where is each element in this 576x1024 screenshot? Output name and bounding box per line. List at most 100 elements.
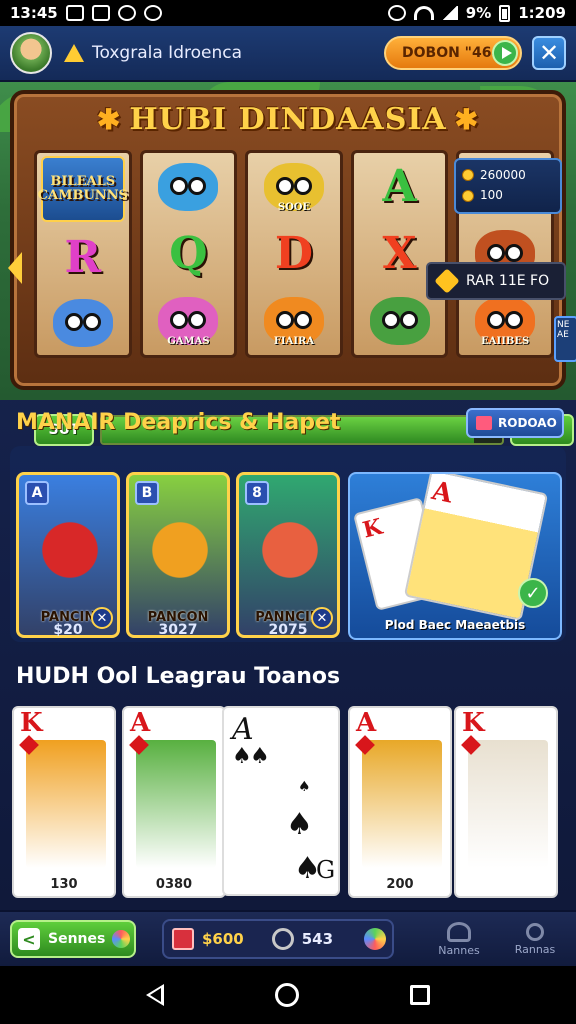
signal-icon xyxy=(441,6,458,20)
promo-card[interactable]: 8 PANNCIN ✕ xyxy=(236,472,340,638)
spade-icon: ♠ xyxy=(286,807,313,842)
tournament-card[interactable]: K 130 xyxy=(12,706,116,898)
reel-symbol-creature xyxy=(152,158,224,216)
creature-label: GAMAS xyxy=(167,336,210,348)
reward-tooltip[interactable]: RAR 11E FO xyxy=(426,262,566,300)
card-art xyxy=(362,740,442,868)
person-icon xyxy=(526,922,544,941)
machine-title-text: HUBI DINDAASIA xyxy=(129,102,447,137)
promo-art xyxy=(35,515,105,585)
back-arrow-icon: < xyxy=(18,928,40,950)
reel-symbol-creature: FIAIRA xyxy=(258,292,330,350)
promo-badge: A xyxy=(25,481,49,505)
creature-label: EAIIBES xyxy=(481,336,530,348)
card-rank: K xyxy=(20,708,43,738)
creature-icon xyxy=(52,298,113,347)
tournament-card[interactable]: K xyxy=(454,706,558,898)
spade-icon: ♠ xyxy=(232,744,252,769)
wifi-icon xyxy=(413,6,434,20)
coin-shop-button[interactable]: DOBON "464" xyxy=(384,36,522,70)
reel-symbol-creature: GAMAS xyxy=(152,292,224,350)
back-icon[interactable] xyxy=(145,984,164,1006)
check-icon[interactable]: ✓ xyxy=(518,578,548,608)
creature-icon xyxy=(369,297,430,346)
card-art xyxy=(136,740,216,868)
card-rank: A xyxy=(356,708,377,738)
promo-value: 2075 xyxy=(268,622,308,638)
promo-value: 3027 xyxy=(158,622,198,638)
promo-badge: 8 xyxy=(245,481,269,505)
creature-icon: GAMAS xyxy=(158,297,219,348)
reel-symbol-letter: R xyxy=(64,232,102,284)
reel-symbol-logo: BILEALS CAMBUNNS xyxy=(38,156,128,223)
orb-icon xyxy=(112,930,130,948)
creature-icon: FIAIRA xyxy=(263,297,324,348)
ticket-icon xyxy=(172,928,194,950)
tag-button-label: RODOAO xyxy=(498,416,557,430)
section-title-deals: MANAIR Deaprics & Hapet xyxy=(16,410,341,435)
home-icon[interactable] xyxy=(274,983,299,1007)
alarm-icon xyxy=(387,5,406,21)
chip-icon xyxy=(271,928,294,950)
promo-card[interactable]: B PANCON xyxy=(126,472,230,638)
card-corner: G xyxy=(316,856,336,884)
status-bar: 13:45 9% 1:209 xyxy=(0,0,576,26)
machine-title: ✱ HUBI DINDAASIA ✱ xyxy=(14,102,562,137)
nav-item-rannas[interactable]: Rannas xyxy=(504,922,566,956)
shield-icon xyxy=(143,5,162,21)
promo-badge: B xyxy=(135,481,159,505)
avatar[interactable] xyxy=(10,32,52,74)
system-nav-bar xyxy=(0,966,576,1024)
card-value: 0380 xyxy=(155,877,193,892)
tournament-card[interactable]: A 0380 xyxy=(122,706,226,898)
status-clock: 1:209 xyxy=(518,4,566,22)
top-bar: Toxgrala Idroenca DOBON "464" ✕ xyxy=(0,26,576,82)
tooltip-text: RAR 11E FO xyxy=(466,273,550,289)
star-icon: ✱ xyxy=(96,103,122,136)
battery-icon xyxy=(499,4,511,22)
edge-badge[interactable]: NE AE xyxy=(554,316,576,362)
spade-card[interactable]: A ♠ ♠ ♠ ♠ ♠ G xyxy=(222,706,340,896)
player-name: Toxgrala Idroenca xyxy=(92,43,242,63)
mail-icon xyxy=(65,5,84,21)
jackpot-value: 260000 xyxy=(480,168,526,182)
back-button[interactable]: < Sennes xyxy=(10,920,136,958)
card-promo-caption: Plod Baec Maeaetbis xyxy=(384,618,526,632)
reel: BILEALS CAMBUNNS R xyxy=(34,150,132,358)
left-arrow-icon[interactable] xyxy=(8,252,22,284)
recents-icon[interactable] xyxy=(410,985,431,1005)
card-art xyxy=(26,740,106,868)
reel: AX xyxy=(350,150,449,358)
wallet-coins: $600 xyxy=(202,930,244,948)
reel: Q GAMAS xyxy=(139,150,238,358)
creature-icon xyxy=(158,162,219,211)
nav-label: Nannes xyxy=(438,943,480,957)
bottom-nav: < Sennes $600 543 Nannes Rannas xyxy=(0,910,576,966)
spade-icon: ♠ xyxy=(298,779,311,795)
play-icon xyxy=(492,40,518,66)
back-label: Sennes xyxy=(48,931,106,947)
promo-art xyxy=(255,515,325,585)
promo-card[interactable]: A PANCIN ✕ xyxy=(16,472,120,638)
nav-label: Rannas xyxy=(514,942,556,956)
creature-label: FIAIRA xyxy=(273,336,315,348)
app-icon xyxy=(117,5,136,21)
wallet-chips: 543 xyxy=(301,930,334,948)
reel: SOOE D FIAIRA xyxy=(245,150,343,358)
wallet[interactable]: $600 543 xyxy=(162,919,394,959)
star-icon: ✱ xyxy=(454,103,480,136)
notification-icon xyxy=(91,5,110,21)
gem-icon xyxy=(434,268,460,294)
section-tag-button[interactable]: RODOAO xyxy=(466,408,564,438)
close-button[interactable]: ✕ xyxy=(532,36,566,70)
reel-symbol-letter: D xyxy=(274,228,314,280)
reel-symbol-creature xyxy=(47,294,119,352)
slot-machine: ✱ HUBI DINDAASIA ✱ BILEALS CAMBUNNS R Q GAMAS… xyxy=(10,90,574,446)
game-screen: Toxgrala Idroenca DOBON "464" ✕ ✱ HUBI DI… xyxy=(0,26,576,966)
tournament-card[interactable]: A 200 xyxy=(348,706,452,898)
reel-symbol-letter: A xyxy=(382,161,417,213)
coin-icon xyxy=(462,169,474,182)
nav-item-nannes[interactable]: Nannes xyxy=(428,921,490,957)
jackpot-panel[interactable]: 260000 100 xyxy=(454,158,562,214)
card-promo[interactable]: K A ✓ Plod Baec Maeaetbis xyxy=(348,472,562,640)
